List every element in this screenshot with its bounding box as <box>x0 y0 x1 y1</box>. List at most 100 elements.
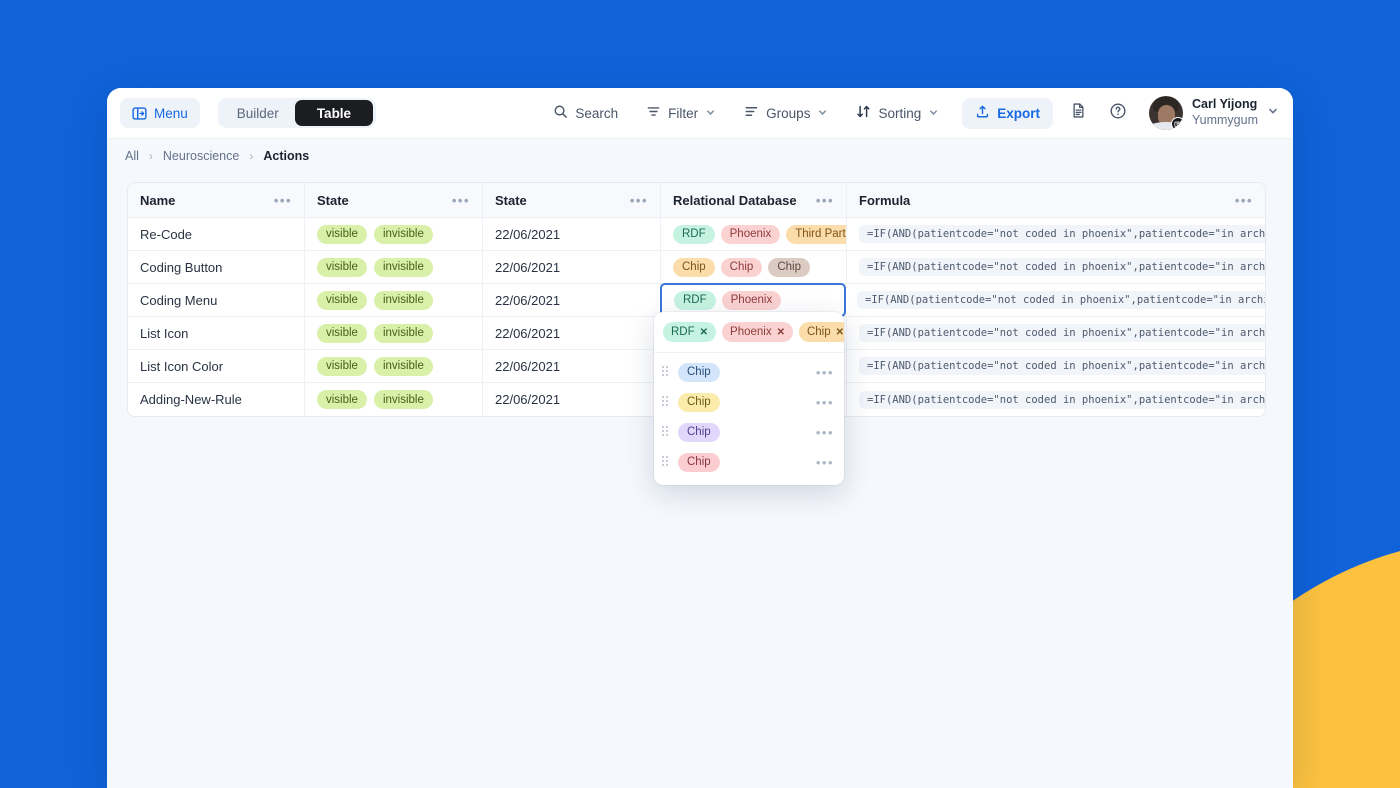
relational-chip[interactable]: Chip <box>768 257 810 277</box>
column-header-formula[interactable]: Formula ••• <box>847 183 1265 217</box>
table-row[interactable]: Coding Button visible invisible 22/06/2021 C… <box>128 251 1265 284</box>
cell-formula[interactable]: =IF(AND(patientcode="not coded in phoeni… <box>847 317 1265 349</box>
drag-handle-icon[interactable] <box>662 426 670 438</box>
sorting-button[interactable]: Sorting <box>847 98 948 128</box>
remove-token-icon[interactable]: ✕ <box>777 327 785 338</box>
state-chip[interactable]: visible <box>317 323 367 343</box>
help-button[interactable] <box>1103 98 1133 128</box>
cell-date[interactable]: 22/06/2021 <box>483 350 661 382</box>
option-menu-icon[interactable]: ••• <box>816 426 834 439</box>
chevron-down-icon[interactable] <box>1267 104 1279 122</box>
column-menu-icon[interactable]: ••• <box>816 194 834 207</box>
menu-button-label: Menu <box>154 105 188 121</box>
cell-date[interactable]: 22/06/2021 <box>483 251 661 283</box>
option-row[interactable]: Chip ••• <box>654 417 844 447</box>
cell-relational-database[interactable]: Chip Chip Chip <box>661 251 847 283</box>
cell-formula[interactable]: =IF(AND(patientcode="not coded in phoeni… <box>847 218 1265 250</box>
cell-formula[interactable]: =IF(AND(patientcode="not coded in phoeni… <box>847 383 1265 416</box>
cell-state-chips[interactable]: visible invisible <box>305 251 483 283</box>
relational-chip[interactable]: Phoenix <box>721 290 782 310</box>
option-chip[interactable]: Chip <box>678 392 720 412</box>
selected-token[interactable]: Phoenix ✕ <box>722 322 793 342</box>
option-chip[interactable]: Chip <box>678 422 720 442</box>
cell-name[interactable]: Re-Code <box>128 218 305 250</box>
state-chip[interactable]: invisible <box>373 323 433 343</box>
selected-token[interactable]: RDF ✕ <box>663 322 717 342</box>
filter-button[interactable]: Filter <box>637 98 725 128</box>
view-segmented-control: Builder Table <box>217 98 377 128</box>
option-menu-icon[interactable]: ••• <box>816 366 834 379</box>
state-chip[interactable]: visible <box>317 356 367 376</box>
document-button[interactable] <box>1063 98 1093 128</box>
token-label: Phoenix <box>730 326 772 338</box>
cell-name[interactable]: List Icon <box>128 317 305 349</box>
relational-chip[interactable]: RDF <box>673 224 715 244</box>
cell-relational-database[interactable]: RDF Phoenix Third Party <box>661 218 847 250</box>
search-button[interactable]: Search <box>544 98 627 128</box>
cell-name[interactable]: Coding Button <box>128 251 305 283</box>
breadcrumb-item-neuroscience[interactable]: Neuroscience <box>163 149 239 163</box>
cell-name[interactable]: Adding-New-Rule <box>128 383 305 416</box>
column-menu-icon[interactable]: ••• <box>1235 194 1253 207</box>
remove-token-icon[interactable]: ✕ <box>700 327 708 338</box>
formula-text: =IF(AND(patientcode="not coded in phoeni… <box>859 390 1265 409</box>
remove-token-icon[interactable]: ✕ <box>836 327 844 338</box>
cell-formula[interactable]: =IF(AND(patientcode="not coded in phoeni… <box>847 251 1265 283</box>
state-chip[interactable]: invisible <box>373 257 433 277</box>
row-name-text: Coding Menu <box>140 292 218 308</box>
relational-chip[interactable]: Chip <box>720 257 763 277</box>
tab-table[interactable]: Table <box>294 100 374 126</box>
column-menu-icon[interactable]: ••• <box>274 194 292 207</box>
column-header-state-1[interactable]: State ••• <box>305 183 483 217</box>
drag-handle-icon[interactable] <box>662 396 670 408</box>
cell-name[interactable]: List Icon Color <box>128 350 305 382</box>
relational-chip[interactable]: Phoenix <box>720 224 781 244</box>
state-chip[interactable]: visible <box>317 290 367 310</box>
state-chip[interactable]: invisible <box>373 224 433 244</box>
relational-chip[interactable]: Third Party <box>786 224 846 244</box>
option-row[interactable]: Chip ••• <box>654 357 844 387</box>
cell-date[interactable]: 22/06/2021 <box>483 317 661 349</box>
cell-state-chips[interactable]: visible invisible <box>305 383 483 416</box>
cell-formula[interactable]: =IF(AND(patientcode="not coded in phoeni… <box>845 284 1265 316</box>
cell-state-chips[interactable]: visible invisible <box>305 218 483 250</box>
option-menu-icon[interactable]: ••• <box>816 456 834 469</box>
groups-button[interactable]: Groups <box>735 98 837 128</box>
cell-date[interactable]: 22/06/2021 <box>483 284 661 316</box>
option-chip[interactable]: Chip <box>678 452 720 472</box>
menu-button[interactable]: Menu <box>120 98 200 128</box>
state-chip[interactable]: visible <box>317 390 367 409</box>
breadcrumb-item-actions[interactable]: Actions <box>263 149 309 163</box>
state-chip[interactable]: visible <box>317 257 367 277</box>
relational-chip[interactable]: RDF <box>674 290 716 310</box>
cell-formula[interactable]: =IF(AND(patientcode="not coded in phoeni… <box>847 350 1265 382</box>
selected-token[interactable]: Chip ✕ <box>798 322 844 342</box>
state-chip[interactable]: invisible <box>373 390 433 409</box>
state-chip[interactable]: invisible <box>373 356 433 376</box>
breadcrumb-item-all[interactable]: All <box>125 149 139 163</box>
drag-handle-icon[interactable] <box>662 456 670 468</box>
cell-date[interactable]: 22/06/2021 <box>483 218 661 250</box>
option-menu-icon[interactable]: ••• <box>816 396 834 409</box>
state-chip[interactable]: visible <box>317 224 367 244</box>
column-header-state-2[interactable]: State ••• <box>483 183 661 217</box>
option-row[interactable]: Chip ••• <box>654 447 844 477</box>
user-menu[interactable]: Carl Yijong Yummygum <box>1149 96 1279 130</box>
cell-date[interactable]: 22/06/2021 <box>483 383 661 416</box>
export-button[interactable]: Export <box>962 97 1053 129</box>
state-chip[interactable]: invisible <box>373 290 433 310</box>
cell-state-chips[interactable]: visible invisible <box>305 350 483 382</box>
column-menu-icon[interactable]: ••• <box>630 194 648 207</box>
cell-state-chips[interactable]: visible invisible <box>305 317 483 349</box>
column-header-name[interactable]: Name ••• <box>128 183 305 217</box>
option-chip[interactable]: Chip <box>678 362 720 382</box>
table-row[interactable]: Re-Code visible invisible 22/06/2021 RDF Phoe… <box>128 218 1265 251</box>
tab-builder[interactable]: Builder <box>221 101 295 125</box>
drag-handle-icon[interactable] <box>662 366 670 378</box>
column-menu-icon[interactable]: ••• <box>452 194 470 207</box>
cell-state-chips[interactable]: visible invisible <box>305 284 483 316</box>
column-header-relational-database[interactable]: Relational Database ••• <box>661 183 847 217</box>
option-row[interactable]: Chip ••• <box>654 387 844 417</box>
cell-name[interactable]: Coding Menu <box>128 284 305 316</box>
relational-chip[interactable]: Chip <box>673 257 715 277</box>
